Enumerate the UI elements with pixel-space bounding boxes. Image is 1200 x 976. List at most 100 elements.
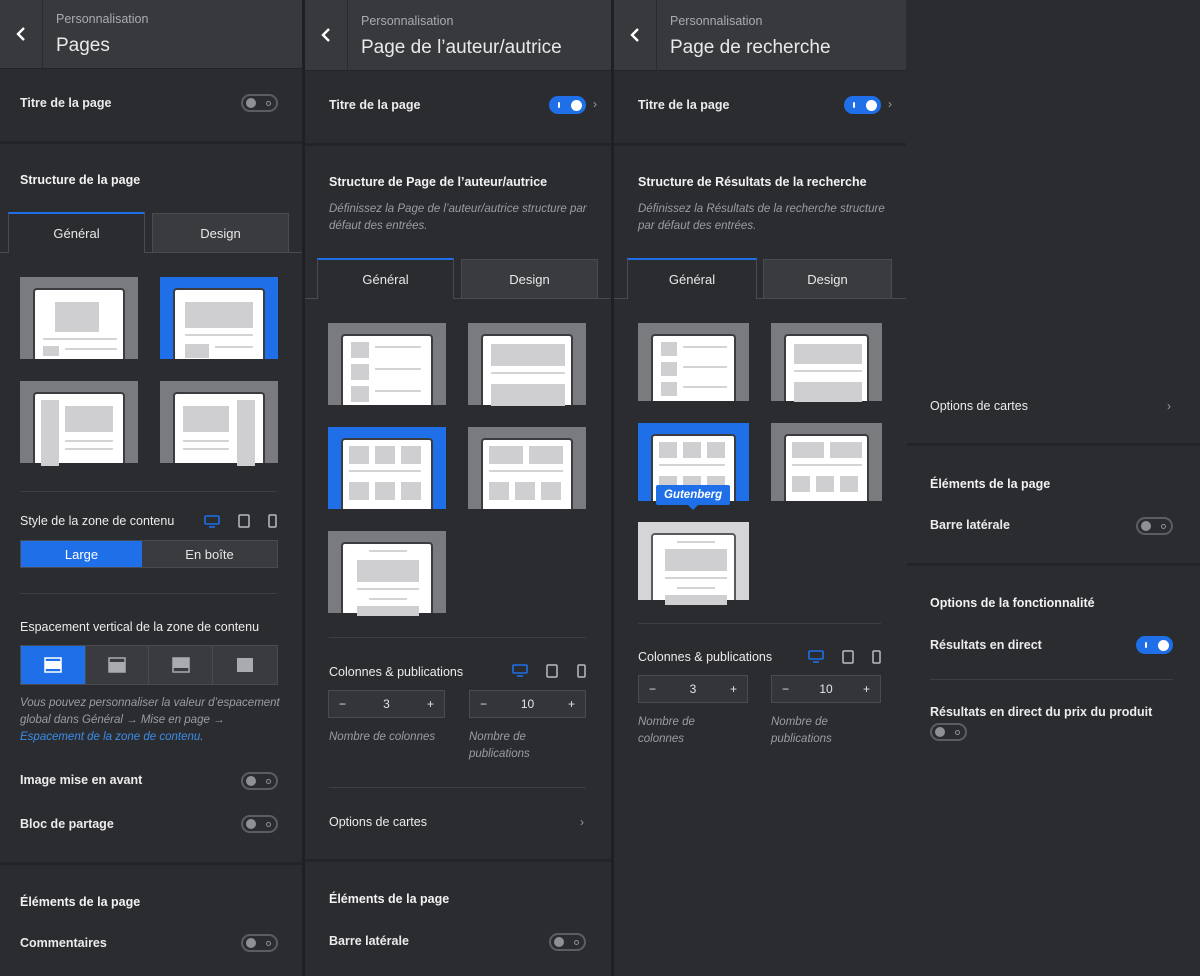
- desktop-icon[interactable]: [808, 650, 824, 663]
- content-style-large[interactable]: Large: [21, 541, 143, 567]
- panel-header: Personnalisation Page de l’auteur/autric…: [305, 0, 611, 71]
- divider: [907, 563, 1200, 566]
- divider: [930, 679, 1173, 680]
- divider: [614, 143, 906, 146]
- divider: [0, 862, 302, 865]
- tab-design[interactable]: Design: [763, 259, 892, 299]
- spacing-help-text: Vous pouvez personnaliser la valeur d’es…: [20, 695, 282, 746]
- live-price-results-label: Résultats en direct du prix du produit: [930, 705, 1153, 719]
- chevron-right-icon[interactable]: ›: [888, 97, 892, 111]
- mobile-icon[interactable]: [872, 650, 881, 664]
- divider: [329, 637, 586, 638]
- featured-image-toggle[interactable]: [241, 772, 278, 790]
- page-title: Pages: [56, 35, 110, 56]
- increment-button[interactable]: +: [863, 682, 870, 696]
- chevron-left-icon: [630, 28, 639, 42]
- share-block-label: Bloc de partage: [20, 817, 114, 831]
- increment-button[interactable]: +: [730, 682, 737, 696]
- divider: [305, 859, 611, 862]
- help-text: Vous pouvez personnaliser la valeur d’es…: [20, 697, 280, 726]
- header-subtitle: Personnalisation: [670, 14, 763, 28]
- layout-option-5[interactable]: [328, 531, 446, 616]
- spacing-option-both[interactable]: [21, 646, 86, 684]
- spacing-help-link[interactable]: Espacement de la zone de contenu: [20, 731, 200, 743]
- layout-option-1[interactable]: [20, 277, 138, 359]
- layout-option-5[interactable]: [638, 522, 749, 605]
- decrement-button[interactable]: −: [782, 682, 789, 696]
- spacing-bottom-icon: [171, 657, 190, 673]
- posts-value[interactable]: 10: [521, 697, 534, 711]
- content-style-boxed[interactable]: En boîte: [142, 541, 277, 567]
- live-results-toggle[interactable]: [1136, 636, 1173, 654]
- spacing-option-top[interactable]: [86, 646, 149, 684]
- page-elements-title: Éléments de la page: [20, 895, 141, 909]
- increment-button[interactable]: +: [568, 697, 575, 711]
- spacing-option-bottom[interactable]: [149, 646, 213, 684]
- mobile-icon[interactable]: [577, 664, 586, 678]
- back-button[interactable]: [0, 0, 43, 68]
- decrement-button[interactable]: −: [480, 697, 487, 711]
- desktop-icon[interactable]: [204, 515, 220, 528]
- layout-option-3[interactable]: [20, 381, 138, 466]
- page-title-toggle[interactable]: [844, 96, 881, 114]
- sidebar-toggle[interactable]: [549, 933, 586, 951]
- page-title-toggle[interactable]: [241, 94, 278, 112]
- tablet-icon[interactable]: [238, 514, 250, 528]
- live-results-label: Résultats en direct: [930, 638, 1042, 652]
- decrement-button[interactable]: −: [339, 697, 346, 711]
- page-title-label: Titre de la page: [20, 96, 112, 110]
- sidebar-label: Barre latérale: [329, 934, 409, 948]
- layout-option-1[interactable]: [638, 323, 749, 401]
- posts-caption: Nombre de publications: [771, 716, 832, 745]
- spacing-both-icon: [44, 657, 62, 673]
- layout-option-2[interactable]: [160, 277, 278, 359]
- chevron-right-icon[interactable]: ›: [1167, 399, 1171, 413]
- back-button[interactable]: [614, 0, 657, 70]
- columns-value[interactable]: 3: [690, 682, 697, 696]
- layout-option-4[interactable]: [160, 381, 278, 466]
- page-elements-title: Éléments de la page: [930, 477, 1051, 491]
- layout-option-3[interactable]: [328, 427, 446, 509]
- tab-general[interactable]: Général: [627, 258, 757, 299]
- card-options-label[interactable]: Options de cartes: [329, 815, 427, 829]
- chevron-right-icon[interactable]: ›: [593, 97, 597, 111]
- live-price-results-toggle[interactable]: [930, 723, 967, 741]
- layout-option-2[interactable]: [468, 323, 586, 406]
- share-block-toggle[interactable]: [241, 815, 278, 833]
- tablet-icon[interactable]: [546, 664, 558, 678]
- chevron-right-icon[interactable]: ›: [580, 815, 584, 829]
- structure-description: Définissez la Page de l’auteur/autrice s…: [329, 203, 587, 232]
- sidebar-toggle[interactable]: [1136, 517, 1173, 535]
- spacing-option-none[interactable]: [213, 646, 277, 684]
- mobile-icon[interactable]: [268, 514, 277, 528]
- divider: [0, 141, 302, 144]
- structure-description: Définissez la Résultats de la recherche …: [638, 203, 885, 232]
- decrement-button[interactable]: −: [649, 682, 656, 696]
- layout-option-4[interactable]: [468, 427, 586, 509]
- increment-button[interactable]: +: [427, 697, 434, 711]
- tab-design[interactable]: Design: [152, 213, 289, 253]
- card-options-label[interactable]: Options de cartes: [930, 399, 1028, 413]
- page-title: Page de l’auteur/autrice: [361, 37, 562, 58]
- columns-stepper: − 3 +: [638, 675, 748, 703]
- spacing-top-icon: [108, 657, 126, 673]
- posts-stepper: − 10 +: [469, 690, 586, 718]
- layout-option-2[interactable]: [771, 323, 882, 402]
- desktop-icon[interactable]: [512, 664, 528, 677]
- layout-option-4[interactable]: [771, 423, 882, 501]
- page-title-toggle[interactable]: [549, 96, 586, 114]
- posts-value[interactable]: 10: [819, 682, 832, 696]
- tab-general[interactable]: Général: [317, 258, 454, 299]
- columns-label: Colonnes & publications: [329, 665, 464, 679]
- back-button[interactable]: [305, 0, 348, 70]
- tab-design[interactable]: Design: [461, 259, 598, 299]
- page-title-label: Titre de la page: [329, 98, 421, 112]
- columns-value[interactable]: 3: [383, 697, 390, 711]
- layout-option-1[interactable]: [328, 323, 446, 405]
- tablet-icon[interactable]: [842, 650, 854, 664]
- header-subtitle: Personnalisation: [361, 14, 454, 28]
- tab-general[interactable]: Général: [8, 212, 145, 253]
- comments-toggle[interactable]: [241, 934, 278, 952]
- spacing-none-icon: [237, 658, 253, 672]
- columns-label: Colonnes & publications: [638, 650, 773, 664]
